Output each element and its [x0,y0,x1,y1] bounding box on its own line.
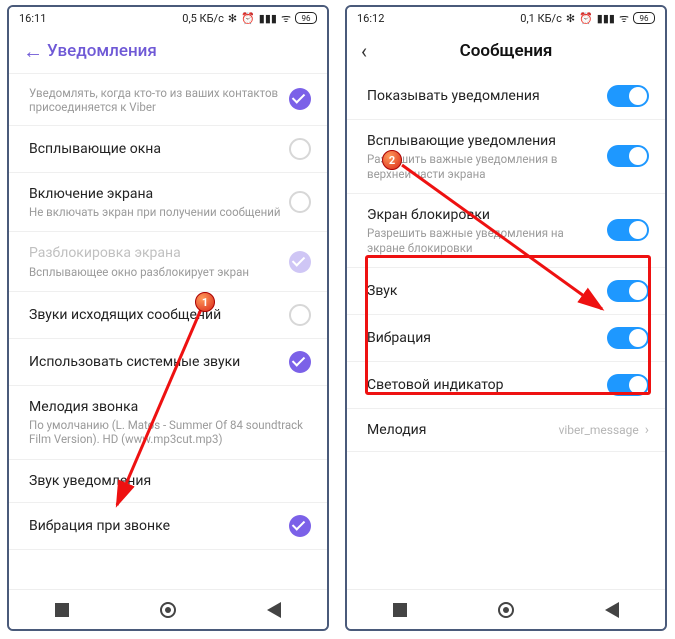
battery-icon: 96 [295,12,317,24]
nav-home-icon[interactable] [498,602,514,618]
bluetooth-icon: ✻ [566,12,575,25]
row-notification-sound[interactable]: Звук уведомления [9,460,327,503]
app-header: ← Уведомления [9,29,327,73]
nav-recents-icon[interactable] [393,603,407,617]
row-show-notifications[interactable]: Показывать уведомления [347,73,665,120]
settings-list: Показывать уведомления Всплывающие уведо… [347,73,665,452]
row-screen-on[interactable]: Включение экрана Не включать экран при п… [9,173,327,233]
app-header: ‹ Сообщения [347,29,665,73]
radio-unchecked[interactable] [289,191,311,213]
toggle-on[interactable] [607,145,649,167]
wifi-icon: ᯤ [281,11,291,26]
row-vibrate-on-call[interactable]: Вибрация при звонке [9,503,327,550]
nav-home-icon[interactable] [160,602,176,618]
annotation-badge-1: 1 [195,292,215,312]
nav-recents-icon[interactable] [55,603,69,617]
settings-list: Уведомлять, когда кто-то из ваших контак… [9,73,327,550]
annotation-badge-2: 2 [382,150,402,170]
check-icon-disabled [289,251,311,273]
bluetooth-icon: ✻ [228,12,237,25]
screenshot-left: 16:11 0,5 КБ/с ✻ ⏰ ▮▮▮ ᯤ 96 ← Уведомлени… [7,5,329,631]
screenshot-right: 16:12 0,1 КБ/с ✻ ⏰ ▮▮▮ ᯤ 96 ‹ Сообщения … [345,5,667,631]
back-icon[interactable]: ‹ [361,39,385,63]
toggle-on[interactable] [607,85,649,107]
android-navbar [9,589,327,629]
status-bar: 16:12 0,1 КБ/с ✻ ⏰ ▮▮▮ ᯤ 96 [347,7,665,29]
row-popup-windows[interactable]: Всплывающие окна [9,126,327,173]
row-ringtone[interactable]: Мелодия звонка По умолчанию (L. Matos - … [9,386,327,460]
android-navbar [347,589,665,629]
toggle-on[interactable] [607,327,649,349]
row-outgoing-sounds[interactable]: Звуки исходящих сообщений [9,292,327,339]
signal-icon: ▮▮▮ [259,12,277,25]
page-title: Сообщения [385,41,627,61]
row-sound[interactable]: Звук [347,268,665,315]
toggle-on[interactable] [607,280,649,302]
toggle-on[interactable] [607,219,649,241]
check-icon[interactable] [289,351,311,373]
wifi-icon: ᯤ [619,11,629,26]
signal-icon: ▮▮▮ [597,12,615,25]
row-led-indicator[interactable]: Световой индикатор [347,362,665,409]
status-icons: 0,5 КБ/с ✻ ⏰ ▮▮▮ ᯤ 96 [182,11,317,26]
nav-back-icon[interactable] [267,602,281,618]
status-icons: 0,1 КБ/с ✻ ⏰ ▮▮▮ ᯤ 96 [520,11,655,26]
row-vibration[interactable]: Вибрация [347,315,665,362]
check-icon[interactable] [289,515,311,537]
back-icon[interactable]: ← [23,39,47,64]
radio-unchecked[interactable] [289,138,311,160]
row-unlock-screen[interactable]: Разблокировка экрана Всплывающее окно ра… [9,232,327,292]
melody-value: viber_message › [559,422,649,438]
row-system-sounds[interactable]: Использовать системные звуки [9,339,327,386]
row-lockscreen[interactable]: Экран блокировки Разрешить важные уведом… [347,194,665,268]
row-melody[interactable]: Мелодия viber_message › [347,409,665,452]
status-bar: 16:11 0,5 КБ/с ✻ ⏰ ▮▮▮ ᯤ 96 [9,7,327,29]
alarm-icon: ⏰ [579,12,593,25]
row-contacts-joined[interactable]: Уведомлять, когда кто-то из ваших контак… [9,73,327,126]
page-title: Уведомления [47,41,313,61]
nav-back-icon[interactable] [605,602,619,618]
chevron-right-icon: › [645,422,649,438]
battery-icon: 96 [633,12,655,24]
toggle-on[interactable] [607,374,649,396]
status-time: 16:11 [19,12,46,25]
check-icon[interactable] [289,88,311,110]
status-time: 16:12 [357,12,384,25]
alarm-icon: ⏰ [241,12,255,25]
radio-unchecked[interactable] [289,304,311,326]
